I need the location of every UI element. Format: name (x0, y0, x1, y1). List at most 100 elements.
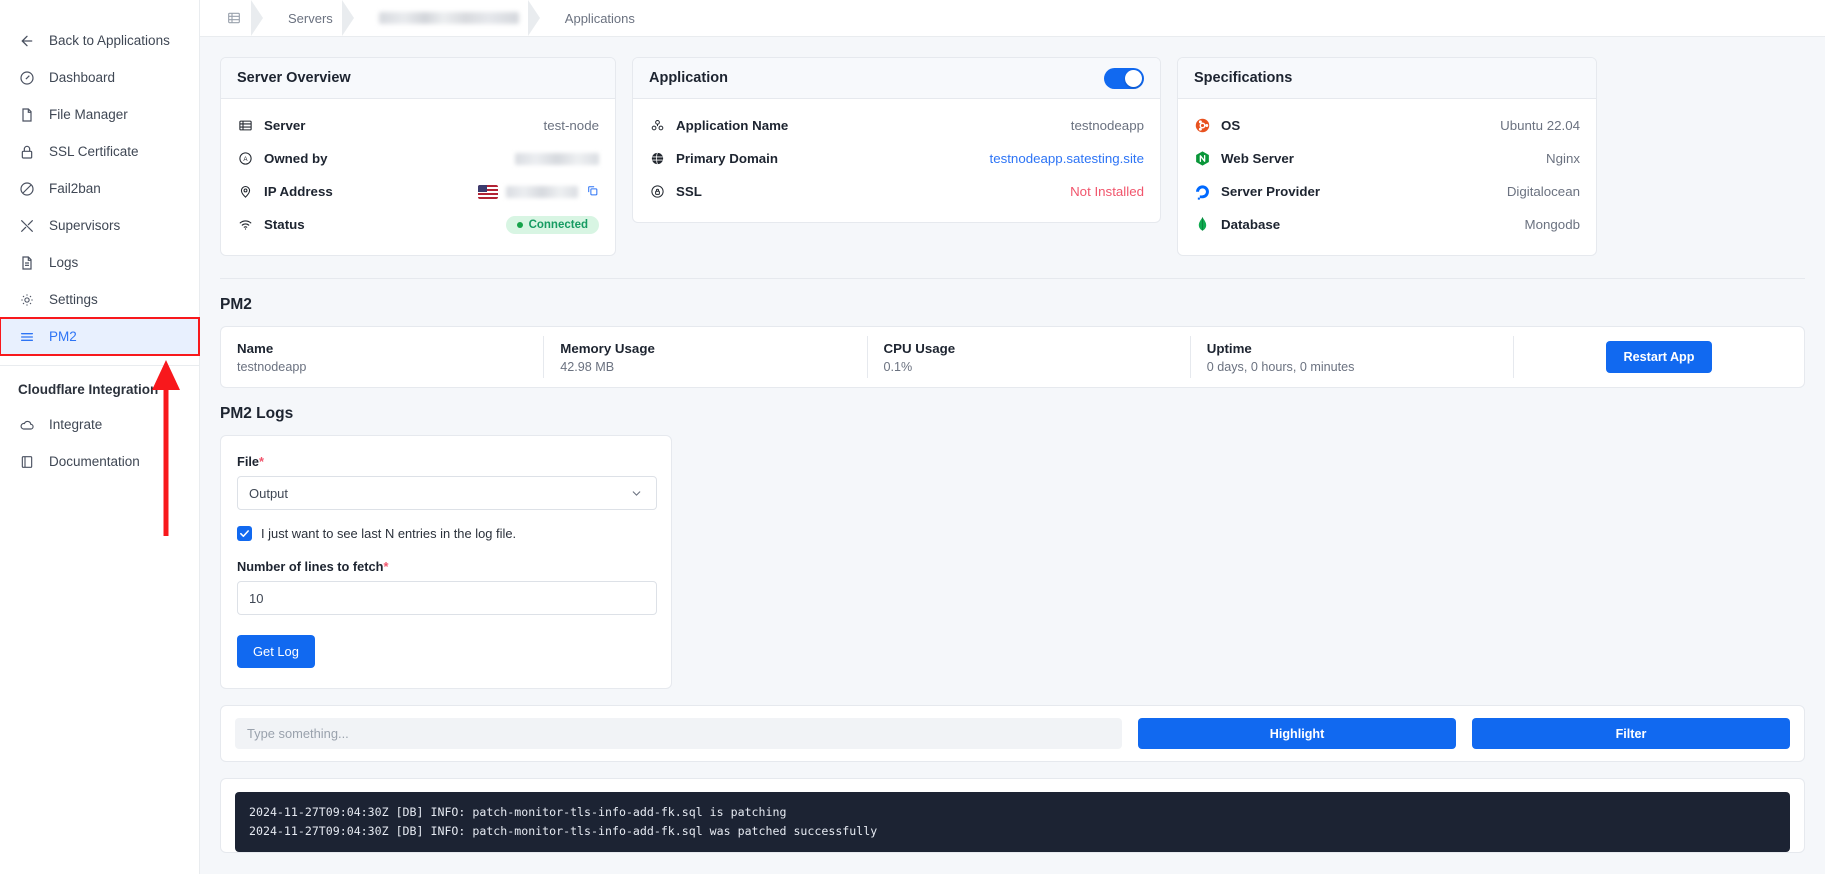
pm2-col-value: 0.1% (883, 359, 913, 374)
application-row-label: SSL (676, 184, 702, 199)
breadcrumb-applications-label: Applications (564, 10, 635, 26)
gauge-icon (18, 69, 35, 86)
sidebar-item-logs[interactable]: Logs (0, 244, 199, 281)
specifications-card: Specifications OS Ubuntu 22.04 Web Serve… (1177, 57, 1597, 256)
breadcrumb-home[interactable] (208, 0, 263, 36)
pm2-col-memory: Memory Usage 42.98 MB (544, 336, 868, 378)
spec-row-value: Digitalocean (1506, 184, 1580, 199)
pm2-logs-form: File* Output I just want to see last N e… (220, 435, 672, 689)
sidebar-item-label: Dashboard (49, 70, 116, 85)
book-icon (18, 453, 35, 470)
document-icon (18, 254, 35, 271)
pm2-col-key: CPU Usage (883, 340, 956, 356)
sidebar: Back to Applications Dashboard File Mana… (0, 0, 200, 874)
sidebar-item-label: Integrate (49, 417, 103, 432)
server-overview-body: Server test-node A Owned by IP Address S… (221, 99, 615, 255)
last-n-entries-checkbox[interactable] (237, 526, 252, 541)
pm2-col-value: 42.98 MB (560, 359, 615, 374)
pm2-actions: Restart App (1514, 341, 1804, 373)
log-output-box[interactable]: 2024-11-27T09:04:30Z [DB] INFO: patch-mo… (235, 792, 1790, 852)
svg-text:A: A (243, 156, 248, 163)
log-line: 2024-11-27T09:04:30Z [DB] INFO: patch-mo… (249, 805, 787, 819)
application-title: Application (649, 70, 728, 86)
sidebar-item-file-manager[interactable]: File Manager (0, 96, 199, 133)
last-n-entries-label: I just want to see last N entries in the… (261, 526, 517, 541)
file-field-label: File* (237, 454, 655, 469)
breadcrumb-applications[interactable]: Applications (539, 0, 655, 36)
application-row-label: Primary Domain (676, 151, 778, 166)
log-search-input[interactable] (235, 718, 1122, 749)
server-overview-header: Server Overview (221, 58, 615, 99)
sidebar-item-integrate[interactable]: Integrate (0, 406, 199, 443)
sidebar-item-label: Supervisors (49, 218, 121, 233)
spec-row-value: Ubuntu 22.04 (1500, 118, 1580, 133)
shield-lock-icon (649, 183, 666, 200)
lines-input[interactable]: 10 (237, 581, 657, 615)
copy-icon[interactable] (586, 184, 599, 200)
log-line: 2024-11-27T09:04:30Z [DB] INFO: patch-mo… (249, 823, 878, 838)
application-row-value[interactable]: testnodeapp.satesting.site (990, 151, 1145, 166)
specifications-header: Specifications (1178, 58, 1596, 99)
app-root: Back to Applications Dashboard File Mana… (0, 0, 1825, 874)
breadcrumb-servers-label: Servers (288, 10, 333, 26)
lock-icon (18, 143, 35, 160)
tools-icon (18, 217, 35, 234)
sidebar-item-ssl-certificate[interactable]: SSL Certificate (0, 133, 199, 170)
file-select[interactable]: Output (237, 476, 657, 510)
breadcrumb-servers[interactable]: Servers (262, 0, 354, 36)
log-output-card: 2024-11-27T09:04:30Z [DB] INFO: patch-mo… (220, 778, 1805, 853)
server-row-ip-address: IP Address (237, 175, 599, 208)
pm2-section-title: PM2 (220, 296, 252, 313)
pm2-col-key: Name (237, 340, 274, 356)
lines-field-label: Number of lines to fetch* (237, 559, 655, 574)
application-row-ssl: SSL Not Installed (649, 175, 1144, 208)
overview-cards-row: Server Overview Server test-node A Owned… (220, 57, 1825, 256)
spec-row-value: Mongodb (1524, 217, 1580, 232)
sidebar-back-to-applications[interactable]: Back to Applications (0, 22, 199, 59)
status-dot-icon (516, 221, 523, 228)
file-field-label-text: File (237, 454, 260, 469)
pm2-col-uptime: Uptime 0 days, 0 hours, 0 minutes (1191, 336, 1514, 378)
server-row-value: test-node (543, 118, 599, 133)
ban-icon (18, 180, 35, 197)
server-row-owned-by: A Owned by (237, 142, 599, 175)
sidebar-item-settings[interactable]: Settings (0, 281, 199, 318)
application-body: Application Name testnodeapp Primary Dom… (633, 99, 1160, 222)
restart-app-button[interactable]: Restart App (1605, 341, 1713, 373)
pm2-logs-section-title: PM2 Logs (220, 405, 294, 422)
server-row-label: Status (264, 217, 305, 232)
server-row-value (515, 152, 599, 165)
filter-button[interactable]: Filter (1472, 718, 1790, 749)
sidebar-item-supervisors[interactable]: Supervisors (0, 207, 199, 244)
specifications-title: Specifications (1194, 70, 1293, 86)
sidebar-item-label: Settings (49, 292, 98, 307)
sidebar-item-documentation[interactable]: Documentation (0, 443, 199, 480)
pm2-col-key: Uptime (1206, 340, 1252, 356)
sidebar-item-label: SSL Certificate (49, 144, 139, 159)
application-card: Application Application Name testnodeapp… (632, 57, 1161, 223)
sidebar-item-fail2ban[interactable]: Fail2ban (0, 170, 199, 207)
sidebar-item-label: PM2 (49, 329, 77, 344)
application-row-primary-domain: Primary Domain testnodeapp.satesting.sit… (649, 142, 1144, 175)
highlight-button[interactable]: Highlight (1138, 718, 1456, 749)
breadcrumb-node[interactable] (353, 0, 540, 36)
server-row-label: Server (264, 118, 306, 133)
sidebar-item-pm2[interactable]: PM2 (0, 317, 200, 356)
spec-row-database: Database Mongodb (1194, 208, 1580, 241)
spec-row-os: OS Ubuntu 22.04 (1194, 109, 1580, 142)
application-row-value: testnodeapp (1070, 118, 1144, 133)
pm2-stats-card: Name testnodeapp Memory Usage 42.98 MB C… (220, 326, 1805, 388)
sidebar-item-dashboard[interactable]: Dashboard (0, 59, 199, 96)
pm2-col-value: 0 days, 0 hours, 0 minutes (1206, 359, 1355, 374)
pin-icon (237, 183, 254, 200)
last-n-entries-row: I just want to see last N entries in the… (237, 526, 655, 541)
pm2-col-key: Memory Usage (560, 340, 655, 356)
nginx-icon (1194, 150, 1211, 167)
spec-row-server-provider: Server Provider Digitalocean (1194, 175, 1580, 208)
application-enabled-toggle[interactable] (1104, 67, 1144, 89)
spec-row-web-server: Web Server Nginx (1194, 142, 1580, 175)
server-row-status: Status Connected (237, 208, 599, 241)
content-area: Server Overview Server test-node A Owned… (200, 37, 1825, 853)
lines-field-label-text: Number of lines to fetch (237, 559, 384, 574)
get-log-button[interactable]: Get Log (237, 635, 315, 668)
